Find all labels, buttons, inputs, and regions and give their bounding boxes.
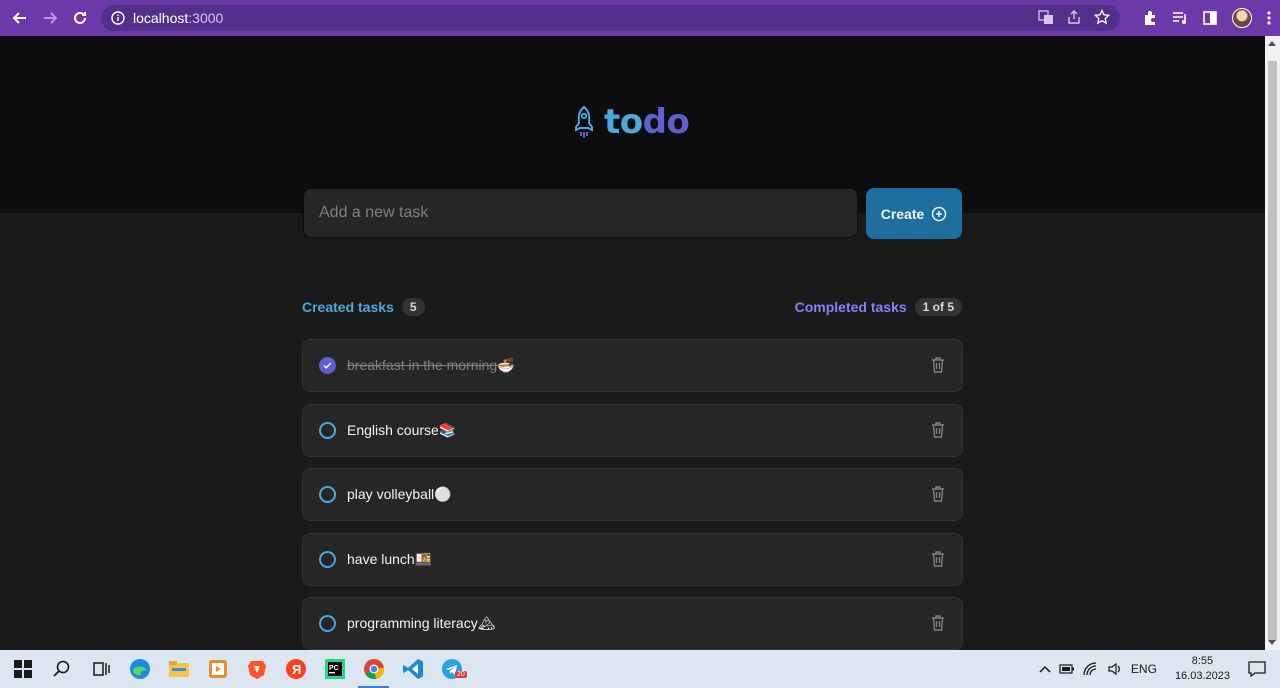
create-button-label: Create bbox=[880, 205, 925, 222]
brave-icon bbox=[247, 661, 266, 679]
trash-icon[interactable] bbox=[931, 421, 945, 438]
chrome-app[interactable] bbox=[354, 650, 393, 688]
plus-circle-icon bbox=[932, 206, 947, 221]
scroll-up-arrow[interactable] bbox=[1268, 41, 1276, 46]
check-icon bbox=[323, 362, 332, 369]
url-text: localhost:3000 bbox=[133, 10, 224, 26]
task-item: programming literacy🏔 bbox=[302, 597, 963, 650]
task-text: breakfast in the morning🍜 bbox=[347, 357, 515, 373]
chrome-icon bbox=[363, 659, 384, 680]
pycharm-icon: PC bbox=[324, 659, 345, 679]
task-item: breakfast in the morning🍜 bbox=[302, 339, 963, 392]
reload-icon bbox=[74, 11, 86, 24]
completed-count-badge: 1 of 5 bbox=[914, 298, 962, 316]
yandex-app[interactable]: Я bbox=[276, 650, 315, 688]
folder-icon bbox=[168, 661, 189, 677]
system-tray: ENG 8:55 16.03.2023 bbox=[1039, 650, 1280, 688]
share-icon[interactable] bbox=[1066, 9, 1082, 25]
yandex-icon: Я bbox=[285, 659, 306, 679]
trash-icon[interactable] bbox=[931, 486, 945, 502]
clock-time: 8:55 bbox=[1191, 655, 1214, 667]
task-checkbox[interactable] bbox=[319, 550, 336, 568]
task-checkbox[interactable] bbox=[319, 615, 336, 632]
clock[interactable]: 8:55 16.03.2023 bbox=[1175, 654, 1230, 684]
browser-toolbar: localhost:3000 bbox=[0, 0, 1280, 36]
page-scrollbar[interactable] bbox=[1265, 36, 1280, 650]
created-count-badge: 5 bbox=[401, 298, 425, 316]
vscode-icon bbox=[402, 659, 423, 679]
task-text: English course📚 bbox=[347, 421, 457, 438]
arrow-left-icon bbox=[12, 12, 26, 24]
scroll-down-arrow[interactable] bbox=[1268, 640, 1276, 645]
start-button[interactable] bbox=[3, 650, 42, 688]
pycharm-app[interactable]: PC bbox=[315, 650, 354, 688]
telegram-app[interactable]: 20 bbox=[432, 650, 471, 688]
search-icon bbox=[52, 660, 69, 677]
task-view-icon bbox=[92, 662, 110, 676]
task-list: breakfast in the morning🍜 English course… bbox=[302, 339, 963, 650]
brave-app[interactable] bbox=[237, 650, 276, 688]
rocket-icon bbox=[575, 105, 593, 138]
svg-text:Я: Я bbox=[292, 662, 301, 677]
trash-icon[interactable] bbox=[931, 550, 945, 567]
translate-icon[interactable] bbox=[1038, 9, 1054, 25]
media-player-app[interactable] bbox=[198, 650, 237, 688]
completed-tasks-label: Completed tasks bbox=[794, 299, 907, 315]
create-button[interactable]: Create bbox=[866, 188, 962, 239]
task-item: play volleyball⚪ bbox=[302, 468, 963, 521]
svg-text:PC: PC bbox=[329, 665, 339, 672]
add-task-form: Create bbox=[303, 188, 962, 239]
arrow-right-icon bbox=[44, 12, 58, 24]
task-text: programming literacy🏔 bbox=[347, 615, 496, 631]
created-tasks-counter: Created tasks 5 bbox=[302, 298, 425, 316]
trash-icon[interactable] bbox=[931, 615, 945, 631]
task-item: English course📚 bbox=[302, 403, 963, 457]
wifi-icon[interactable] bbox=[1083, 662, 1099, 676]
new-task-input[interactable] bbox=[303, 188, 858, 238]
notifications-icon[interactable] bbox=[1248, 661, 1266, 677]
file-explorer-app[interactable] bbox=[159, 650, 198, 688]
info-icon bbox=[111, 11, 125, 25]
clock-date: 16.03.2023 bbox=[1174, 670, 1230, 682]
profile-avatar[interactable] bbox=[1232, 8, 1252, 28]
reload-button[interactable] bbox=[65, 0, 95, 36]
side-panel-icon[interactable] bbox=[1202, 10, 1218, 26]
windows-taskbar: Я PC 20 ENG 8:55 16.03.2023 bbox=[0, 650, 1280, 688]
logo: todo bbox=[572, 102, 690, 142]
search-button[interactable] bbox=[42, 650, 81, 688]
created-tasks-label: Created tasks bbox=[302, 299, 394, 315]
logo-text: todo bbox=[604, 102, 690, 142]
chevron-up-icon[interactable] bbox=[1039, 665, 1051, 673]
telegram-badge: 20 bbox=[455, 671, 467, 678]
todo-page: todo Create Created tasks 5 Completed ta… bbox=[0, 36, 1265, 650]
task-text: have lunch🍱 bbox=[347, 550, 433, 567]
task-text: play volleyball⚪ bbox=[347, 486, 452, 502]
edge-icon bbox=[129, 659, 150, 679]
task-checkbox-checked[interactable] bbox=[319, 357, 336, 374]
trash-icon[interactable] bbox=[931, 357, 945, 373]
media-control-icon[interactable] bbox=[1172, 10, 1188, 26]
edge-app[interactable] bbox=[120, 650, 159, 688]
windows-icon bbox=[13, 660, 32, 678]
back-button[interactable] bbox=[5, 0, 35, 36]
extensions-icon[interactable] bbox=[1142, 10, 1158, 26]
completed-tasks-counter: Completed tasks 1 of 5 bbox=[795, 298, 962, 316]
battery-icon[interactable] bbox=[1059, 664, 1075, 674]
forward-button[interactable] bbox=[35, 0, 65, 36]
task-counters: Created tasks 5 Completed tasks 1 of 5 bbox=[302, 297, 962, 317]
task-view-button[interactable] bbox=[81, 650, 120, 688]
task-checkbox[interactable] bbox=[319, 421, 336, 439]
task-item: have lunch🍱 bbox=[302, 532, 963, 586]
media-player-icon bbox=[208, 660, 227, 678]
star-icon[interactable] bbox=[1094, 9, 1110, 25]
scrollbar-thumb[interactable] bbox=[1268, 61, 1277, 641]
language-indicator[interactable]: ENG bbox=[1131, 662, 1157, 676]
task-checkbox[interactable] bbox=[319, 486, 336, 503]
volume-icon[interactable] bbox=[1107, 662, 1123, 676]
menu-kebab-icon[interactable] bbox=[1266, 10, 1272, 26]
vscode-app[interactable] bbox=[393, 650, 432, 688]
address-bar[interactable]: localhost:3000 bbox=[101, 5, 1120, 31]
